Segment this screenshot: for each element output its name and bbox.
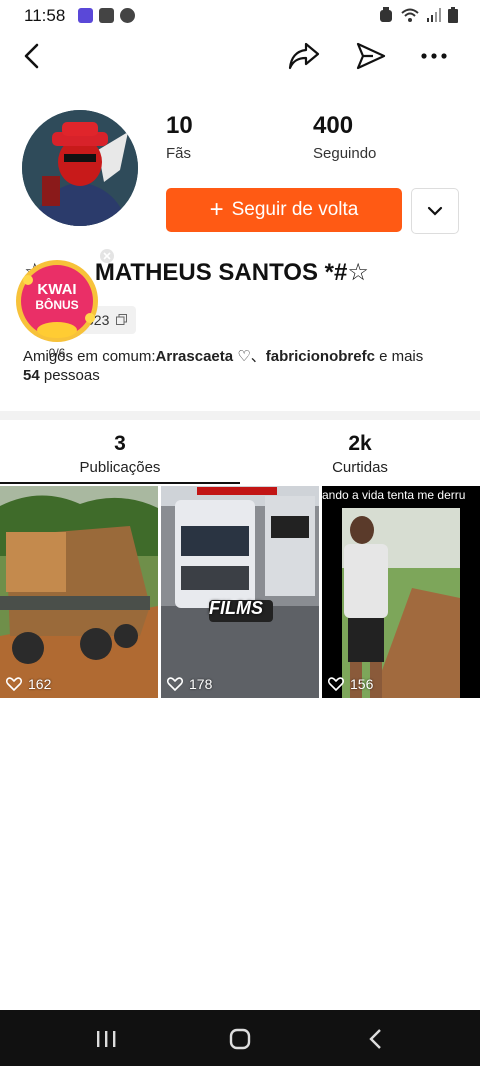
- share-icon: [288, 42, 320, 70]
- suggestions-dropdown-button[interactable]: [411, 188, 459, 234]
- follow-back-label: Seguir de volta: [231, 199, 359, 220]
- fans-stat[interactable]: 10 Fãs: [166, 112, 193, 162]
- truck-thumbnail-image: [0, 486, 158, 698]
- post-thumbnail-2[interactable]: FILMS 178: [161, 486, 319, 698]
- mutual-friend-2: fabricionobrefc: [265, 348, 375, 365]
- chevron-down-icon: [427, 206, 443, 216]
- kwai-bonus-close-button[interactable]: [100, 249, 114, 263]
- follow-back-button[interactable]: + Seguir de volta: [166, 188, 402, 232]
- mutual-people: pessoas: [39, 367, 100, 384]
- post-3-likes-count: 156: [350, 676, 374, 692]
- home-icon: [229, 1028, 251, 1050]
- section-divider: [0, 411, 480, 420]
- kwai-bonus-subtitle: BÔNUS: [35, 298, 79, 312]
- alarm-icon: [380, 7, 392, 22]
- active-tab-indicator: [0, 482, 240, 484]
- avatar-illustration: [22, 110, 138, 226]
- system-navigation-bar: [0, 1010, 480, 1066]
- kwai-bonus-title: KWAI: [37, 281, 77, 298]
- likes-label: Curtidas: [332, 459, 388, 476]
- signal-icon: [427, 8, 441, 22]
- home-button[interactable]: [220, 1026, 260, 1052]
- video-top-banner: [197, 487, 277, 495]
- following-count: 400: [313, 112, 354, 139]
- mutual-suffix: e mais: [374, 348, 424, 365]
- post-1-likes-count: 162: [28, 676, 52, 692]
- share-button[interactable]: [284, 36, 324, 76]
- publications-label: Publicações: [79, 459, 161, 476]
- mutual-friend-1: Arrascaeta ♡: [155, 348, 251, 365]
- kwai-bonus-widget[interactable]: KWAI BÔNUS 0/6: [14, 258, 100, 360]
- recent-apps-button[interactable]: [86, 1026, 126, 1052]
- likes-count: 2k: [348, 432, 372, 455]
- post-3-caption: ando a vida tenta me derru: [322, 488, 466, 502]
- films-watermark: FILMS: [209, 598, 263, 618]
- system-icons: [379, 7, 458, 23]
- following-stat[interactable]: 400 Seguindo: [313, 112, 376, 162]
- status-time: 11:58: [24, 6, 66, 25]
- send-icon: [356, 42, 386, 70]
- heart-icon: [6, 677, 22, 691]
- post-3-likes: 156: [328, 676, 373, 692]
- fans-count: 10: [166, 112, 193, 139]
- battery-icon: [448, 7, 458, 23]
- lorry-thumbnail-image: [161, 486, 319, 698]
- following-label: Seguindo: [313, 145, 377, 162]
- publications-count: 3: [114, 432, 126, 455]
- mutual-separator: 、: [250, 348, 266, 365]
- recent-apps-icon: [97, 1031, 116, 1047]
- plus-icon: +: [209, 196, 224, 223]
- close-icon: [103, 252, 111, 260]
- mutual-friends[interactable]: Amigos em comum:Arrascaeta ♡、fabricionob…: [23, 347, 463, 385]
- profile-avatar[interactable]: [22, 110, 138, 226]
- tab-likes[interactable]: 2k Curtidas: [240, 432, 480, 476]
- post-thumbnail-3[interactable]: ando a vida tenta me derru 156: [322, 486, 480, 698]
- copy-icon: [116, 314, 127, 325]
- status-bar: 11:58: [0, 0, 480, 32]
- back-button[interactable]: [11, 36, 51, 76]
- message-button[interactable]: [351, 36, 391, 76]
- heart-icon: [328, 677, 344, 691]
- back-arrow-icon: [24, 43, 39, 69]
- mutual-prefix: Amigos em comum:: [23, 348, 156, 365]
- more-dots-icon: [421, 53, 447, 59]
- wifi-icon: [401, 8, 419, 22]
- notification-icons: [78, 8, 135, 23]
- fans-label: Fãs: [166, 145, 192, 162]
- app-notification-icon: [78, 8, 93, 23]
- more-options-button[interactable]: [414, 36, 454, 76]
- profile-name-text: MATHEUS SANTOS *#☆: [94, 259, 369, 286]
- mutual-count: 54: [23, 367, 40, 384]
- gallery-notification-icon: [99, 8, 114, 23]
- tab-publications[interactable]: 3 Publicações: [0, 432, 240, 476]
- post-2-likes-count: 178: [189, 676, 213, 692]
- messenger-notification-icon: [120, 8, 135, 23]
- system-back-button[interactable]: [356, 1026, 396, 1052]
- post-1-likes: 162: [6, 676, 51, 692]
- heart-icon: [167, 677, 183, 691]
- post-2-likes: 178: [167, 676, 212, 692]
- post-thumbnail-1[interactable]: 162: [0, 486, 158, 698]
- nav-back-icon: [369, 1029, 381, 1049]
- man-on-road-thumbnail-image: [342, 508, 460, 698]
